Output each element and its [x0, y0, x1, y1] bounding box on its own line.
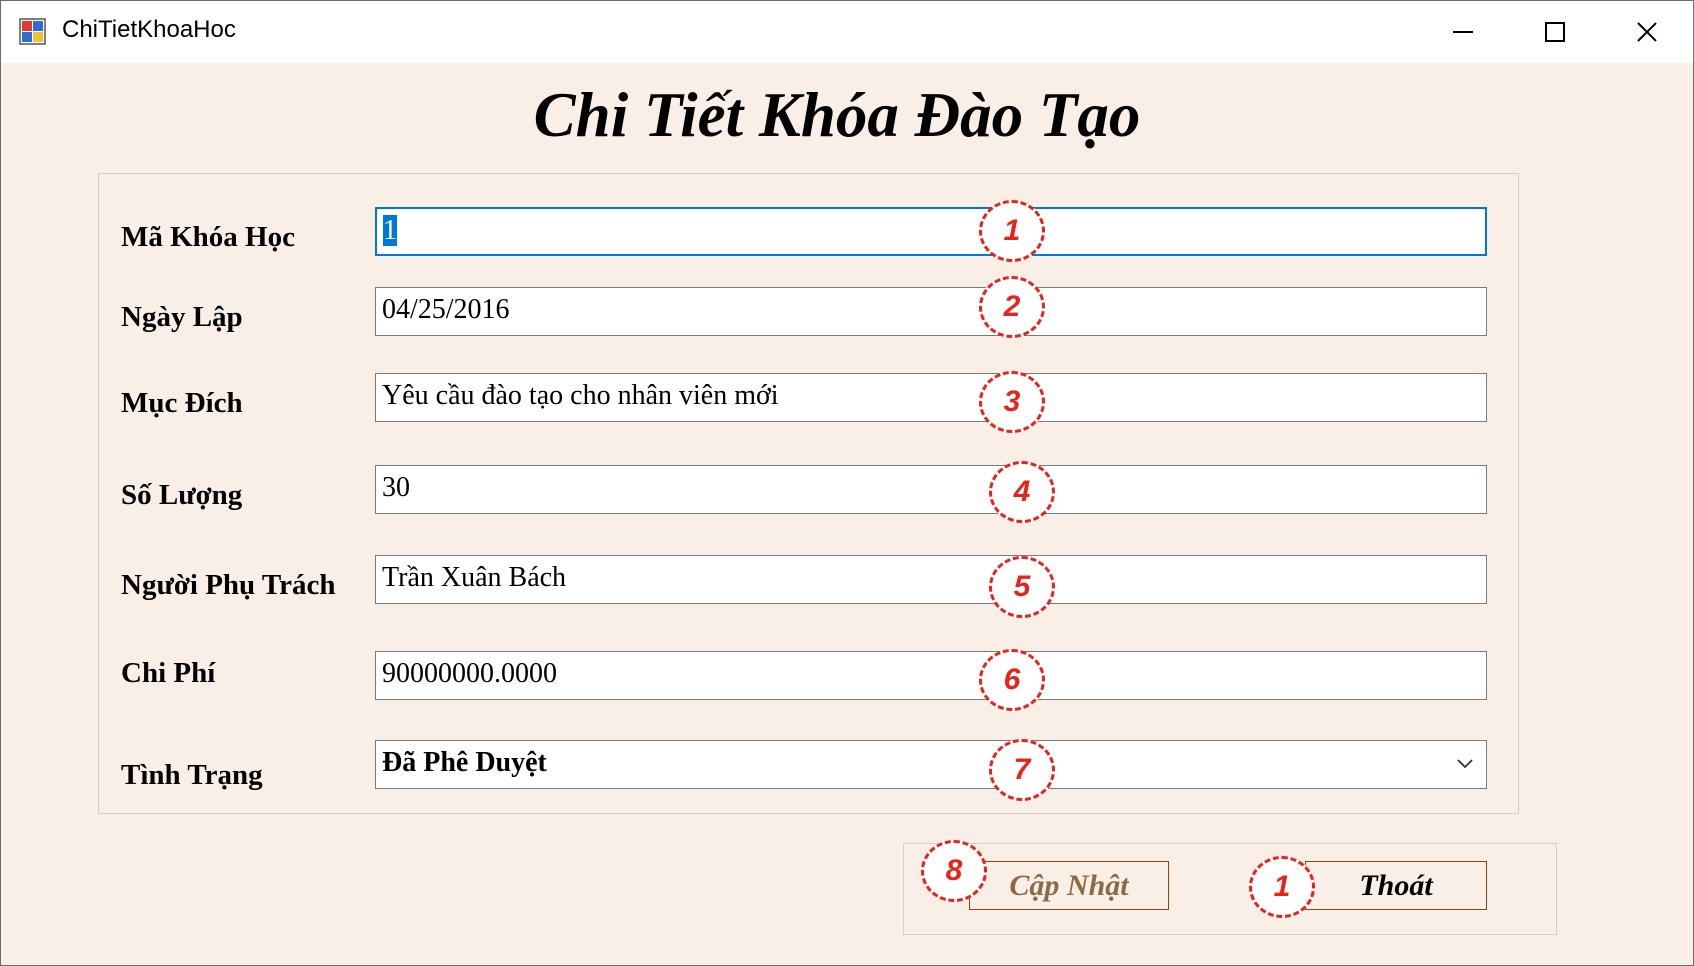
app-icon	[19, 18, 46, 45]
cost-field[interactable]: 90000000.0000	[375, 651, 1487, 700]
chevron-down-icon	[1457, 759, 1473, 769]
exit-button[interactable]: Thoát	[1305, 861, 1487, 910]
course-id-value: 1	[383, 215, 397, 246]
annotation-badge: 7	[989, 739, 1055, 801]
form-title: Chi Tiết Khóa Đào Tạo	[533, 80, 1141, 150]
annotation-badge: 1	[979, 200, 1045, 262]
annotation-badge: 5	[989, 556, 1055, 618]
created-date-label: Ngày Lập	[121, 301, 243, 333]
annotation-badge: 1	[1249, 856, 1315, 918]
cost-label: Chi Phí	[121, 657, 216, 689]
window-title: ChiTietKhoaHoc	[62, 16, 236, 43]
close-button[interactable]	[1601, 1, 1693, 63]
minimize-icon	[1453, 31, 1473, 33]
purpose-field[interactable]: Yêu cầu đào tạo cho nhân viên mới	[375, 373, 1487, 422]
purpose-label: Mục Đích	[121, 387, 243, 419]
annotation-badge: 4	[989, 461, 1055, 523]
quantity-field[interactable]: 30	[375, 465, 1487, 514]
status-select-value: Đã Phê Duyệt	[382, 747, 547, 778]
minimize-button[interactable]	[1417, 1, 1509, 63]
annotation-badge: 3	[979, 371, 1045, 433]
close-icon	[1637, 22, 1657, 42]
created-date-field[interactable]: 04/25/2016	[375, 287, 1487, 336]
responsible-person-label: Người Phụ Trách	[121, 569, 336, 601]
maximize-icon	[1545, 22, 1565, 42]
maximize-button[interactable]	[1509, 1, 1601, 63]
title-bar[interactable]: ChiTietKhoaHoc	[1, 1, 1693, 63]
annotation-badge: 8	[921, 840, 987, 902]
course-id-field[interactable]: 1	[375, 207, 1487, 256]
update-button[interactable]: Cập Nhật	[969, 861, 1169, 910]
quantity-label: Số Lượng	[121, 479, 243, 511]
status-select[interactable]: Đã Phê Duyệt	[375, 740, 1487, 789]
responsible-person-field[interactable]: Trần Xuân Bách	[375, 555, 1487, 604]
course-id-label: Mã Khóa Học	[121, 221, 295, 253]
main-window: ChiTietKhoaHoc Chi Tiết Khóa Đào Tạo Mã …	[0, 0, 1694, 966]
annotation-badge: 6	[979, 649, 1045, 711]
annotation-badge: 2	[979, 276, 1045, 338]
status-label: Tình Trạng	[121, 759, 263, 791]
